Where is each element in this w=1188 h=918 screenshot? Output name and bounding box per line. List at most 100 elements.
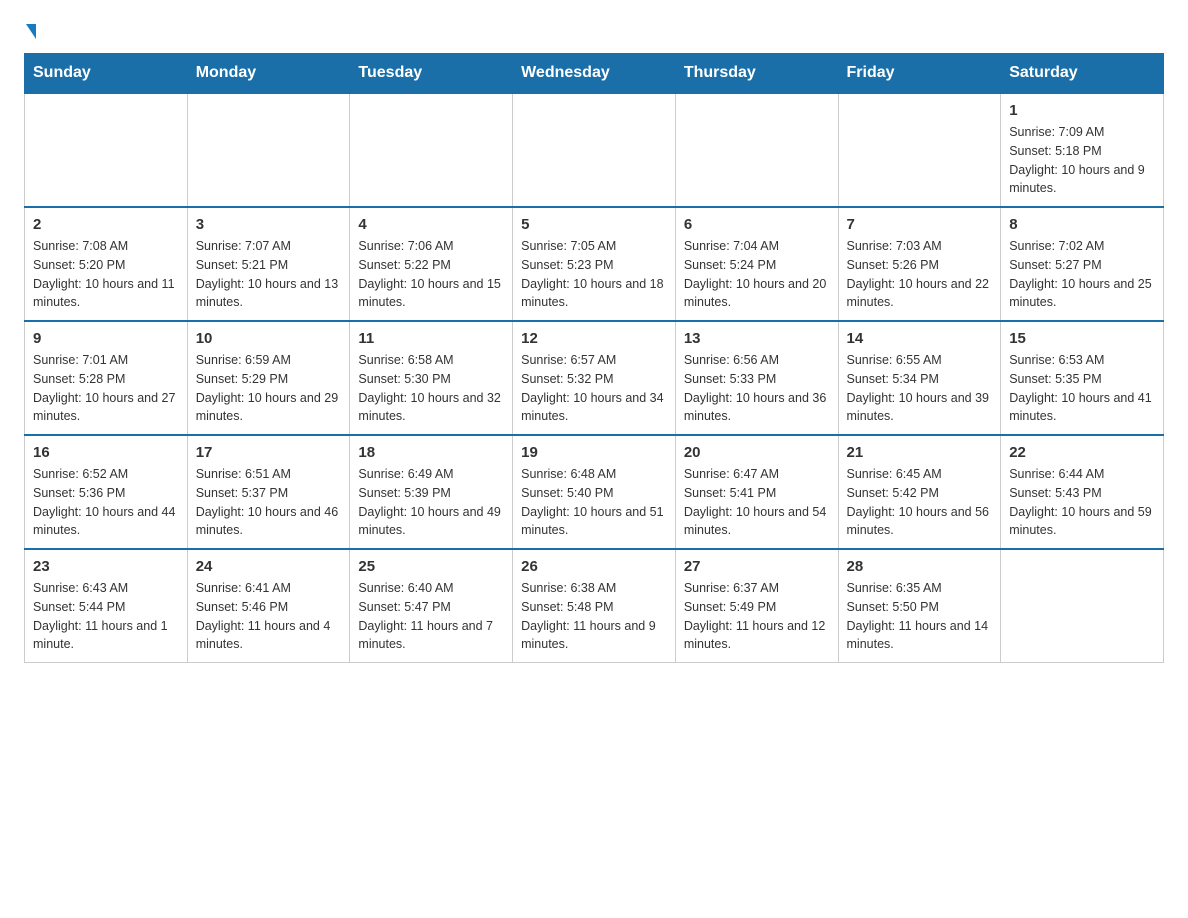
- calendar-cell: 8 Sunrise: 7:02 AM Sunset: 5:27 PM Daylig…: [1001, 207, 1164, 321]
- weekday-header-friday: Friday: [838, 54, 1001, 94]
- day-number: 12: [521, 330, 667, 347]
- day-info: Sunrise: 7:04 AM Sunset: 5:24 PM Dayligh…: [684, 237, 830, 312]
- day-info: Sunrise: 6:41 AM Sunset: 5:46 PM Dayligh…: [196, 579, 342, 654]
- day-number: 1: [1009, 102, 1155, 119]
- day-info: Sunrise: 7:06 AM Sunset: 5:22 PM Dayligh…: [358, 237, 504, 312]
- calendar-cell: [513, 93, 676, 207]
- week-row-1: 1 Sunrise: 7:09 AM Sunset: 5:18 PM Daylig…: [25, 93, 1164, 207]
- calendar-cell: 25 Sunrise: 6:40 AM Sunset: 5:47 PM Dayli…: [350, 549, 513, 663]
- day-number: 17: [196, 444, 342, 461]
- calendar-cell: 26 Sunrise: 6:38 AM Sunset: 5:48 PM Dayli…: [513, 549, 676, 663]
- day-number: 28: [847, 558, 993, 575]
- day-number: 24: [196, 558, 342, 575]
- day-number: 4: [358, 216, 504, 233]
- calendar-cell: 11 Sunrise: 6:58 AM Sunset: 5:30 PM Dayli…: [350, 321, 513, 435]
- day-info: Sunrise: 6:40 AM Sunset: 5:47 PM Dayligh…: [358, 579, 504, 654]
- calendar-cell: 27 Sunrise: 6:37 AM Sunset: 5:49 PM Dayli…: [675, 549, 838, 663]
- day-info: Sunrise: 6:48 AM Sunset: 5:40 PM Dayligh…: [521, 465, 667, 540]
- calendar-cell: 1 Sunrise: 7:09 AM Sunset: 5:18 PM Daylig…: [1001, 93, 1164, 207]
- day-number: 2: [33, 216, 179, 233]
- day-number: 11: [358, 330, 504, 347]
- day-number: 13: [684, 330, 830, 347]
- weekday-header-wednesday: Wednesday: [513, 54, 676, 94]
- day-number: 9: [33, 330, 179, 347]
- calendar-cell: 16 Sunrise: 6:52 AM Sunset: 5:36 PM Dayli…: [25, 435, 188, 549]
- day-number: 7: [847, 216, 993, 233]
- day-number: 14: [847, 330, 993, 347]
- day-info: Sunrise: 6:55 AM Sunset: 5:34 PM Dayligh…: [847, 351, 993, 426]
- day-info: Sunrise: 6:49 AM Sunset: 5:39 PM Dayligh…: [358, 465, 504, 540]
- calendar-cell: 14 Sunrise: 6:55 AM Sunset: 5:34 PM Dayli…: [838, 321, 1001, 435]
- calendar-cell: [1001, 549, 1164, 663]
- calendar-cell: [838, 93, 1001, 207]
- day-number: 8: [1009, 216, 1155, 233]
- day-info: Sunrise: 7:05 AM Sunset: 5:23 PM Dayligh…: [521, 237, 667, 312]
- day-info: Sunrise: 6:52 AM Sunset: 5:36 PM Dayligh…: [33, 465, 179, 540]
- weekday-header-monday: Monday: [187, 54, 350, 94]
- calendar-cell: [350, 93, 513, 207]
- calendar-cell: 6Sunrise: 7:04 AM Sunset: 5:24 PM Daylig…: [675, 207, 838, 321]
- day-number: 25: [358, 558, 504, 575]
- calendar-cell: 28Sunrise: 6:35 AM Sunset: 5:50 PM Dayli…: [838, 549, 1001, 663]
- day-number: 21: [847, 444, 993, 461]
- day-info: Sunrise: 6:56 AM Sunset: 5:33 PM Dayligh…: [684, 351, 830, 426]
- calendar-cell: 18 Sunrise: 6:49 AM Sunset: 5:39 PM Dayli…: [350, 435, 513, 549]
- logo: [24, 24, 36, 37]
- calendar-cell: 2 Sunrise: 7:08 AM Sunset: 5:20 PM Daylig…: [25, 207, 188, 321]
- day-info: Sunrise: 7:07 AM Sunset: 5:21 PM Dayligh…: [196, 237, 342, 312]
- calendar-cell: 3 Sunrise: 7:07 AM Sunset: 5:21 PM Daylig…: [187, 207, 350, 321]
- day-number: 10: [196, 330, 342, 347]
- weekday-header-tuesday: Tuesday: [350, 54, 513, 94]
- day-info: Sunrise: 6:44 AM Sunset: 5:43 PM Dayligh…: [1009, 465, 1155, 540]
- day-info: Sunrise: 7:08 AM Sunset: 5:20 PM Dayligh…: [33, 237, 179, 312]
- weekday-header-row: SundayMondayTuesdayWednesdayThursdayFrid…: [25, 54, 1164, 94]
- calendar-cell: 5Sunrise: 7:05 AM Sunset: 5:23 PM Daylig…: [513, 207, 676, 321]
- calendar-cell: 7 Sunrise: 7:03 AM Sunset: 5:26 PM Daylig…: [838, 207, 1001, 321]
- day-info: Sunrise: 6:43 AM Sunset: 5:44 PM Dayligh…: [33, 579, 179, 654]
- calendar-cell: 20 Sunrise: 6:47 AM Sunset: 5:41 PM Dayli…: [675, 435, 838, 549]
- day-info: Sunrise: 7:09 AM Sunset: 5:18 PM Dayligh…: [1009, 123, 1155, 198]
- week-row-4: 16 Sunrise: 6:52 AM Sunset: 5:36 PM Dayli…: [25, 435, 1164, 549]
- day-info: Sunrise: 7:03 AM Sunset: 5:26 PM Dayligh…: [847, 237, 993, 312]
- day-number: 26: [521, 558, 667, 575]
- day-number: 19: [521, 444, 667, 461]
- calendar-cell: 23Sunrise: 6:43 AM Sunset: 5:44 PM Dayli…: [25, 549, 188, 663]
- day-info: Sunrise: 6:47 AM Sunset: 5:41 PM Dayligh…: [684, 465, 830, 540]
- day-info: Sunrise: 6:37 AM Sunset: 5:49 PM Dayligh…: [684, 579, 830, 654]
- calendar-cell: 10 Sunrise: 6:59 AM Sunset: 5:29 PM Dayli…: [187, 321, 350, 435]
- day-info: Sunrise: 7:02 AM Sunset: 5:27 PM Dayligh…: [1009, 237, 1155, 312]
- calendar-cell: [25, 93, 188, 207]
- day-info: Sunrise: 6:38 AM Sunset: 5:48 PM Dayligh…: [521, 579, 667, 654]
- calendar-table: SundayMondayTuesdayWednesdayThursdayFrid…: [24, 53, 1164, 663]
- day-number: 22: [1009, 444, 1155, 461]
- calendar-cell: 21 Sunrise: 6:45 AM Sunset: 5:42 PM Dayli…: [838, 435, 1001, 549]
- calendar-cell: 12 Sunrise: 6:57 AM Sunset: 5:32 PM Dayli…: [513, 321, 676, 435]
- calendar-cell: 24 Sunrise: 6:41 AM Sunset: 5:46 PM Dayli…: [187, 549, 350, 663]
- week-row-3: 9 Sunrise: 7:01 AM Sunset: 5:28 PM Daylig…: [25, 321, 1164, 435]
- day-info: Sunrise: 6:51 AM Sunset: 5:37 PM Dayligh…: [196, 465, 342, 540]
- calendar-cell: 13 Sunrise: 6:56 AM Sunset: 5:33 PM Dayli…: [675, 321, 838, 435]
- calendar-cell: [675, 93, 838, 207]
- day-info: Sunrise: 6:58 AM Sunset: 5:30 PM Dayligh…: [358, 351, 504, 426]
- week-row-2: 2 Sunrise: 7:08 AM Sunset: 5:20 PM Daylig…: [25, 207, 1164, 321]
- day-number: 16: [33, 444, 179, 461]
- day-number: 27: [684, 558, 830, 575]
- weekday-header-thursday: Thursday: [675, 54, 838, 94]
- day-number: 18: [358, 444, 504, 461]
- calendar-cell: 19 Sunrise: 6:48 AM Sunset: 5:40 PM Dayli…: [513, 435, 676, 549]
- weekday-header-saturday: Saturday: [1001, 54, 1164, 94]
- weekday-header-sunday: Sunday: [25, 54, 188, 94]
- calendar-cell: 4 Sunrise: 7:06 AM Sunset: 5:22 PM Daylig…: [350, 207, 513, 321]
- page-header: [24, 24, 1164, 37]
- day-info: Sunrise: 7:01 AM Sunset: 5:28 PM Dayligh…: [33, 351, 179, 426]
- day-info: Sunrise: 6:45 AM Sunset: 5:42 PM Dayligh…: [847, 465, 993, 540]
- calendar-cell: [187, 93, 350, 207]
- day-number: 15: [1009, 330, 1155, 347]
- day-info: Sunrise: 6:57 AM Sunset: 5:32 PM Dayligh…: [521, 351, 667, 426]
- day-info: Sunrise: 6:59 AM Sunset: 5:29 PM Dayligh…: [196, 351, 342, 426]
- day-number: 20: [684, 444, 830, 461]
- calendar-cell: 9 Sunrise: 7:01 AM Sunset: 5:28 PM Daylig…: [25, 321, 188, 435]
- day-number: 3: [196, 216, 342, 233]
- calendar-cell: 15Sunrise: 6:53 AM Sunset: 5:35 PM Dayli…: [1001, 321, 1164, 435]
- calendar-cell: 17 Sunrise: 6:51 AM Sunset: 5:37 PM Dayli…: [187, 435, 350, 549]
